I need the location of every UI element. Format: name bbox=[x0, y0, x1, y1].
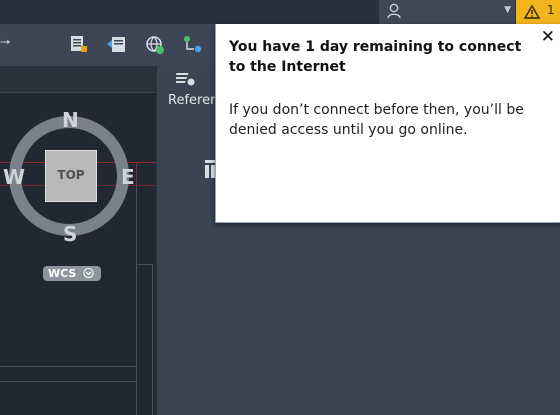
chevron-down-icon bbox=[83, 267, 94, 281]
close-icon[interactable]: ✕ bbox=[541, 27, 555, 47]
drawing-line bbox=[152, 264, 153, 415]
viewport-header bbox=[0, 66, 156, 93]
warning-notification-button[interactable]: 1 bbox=[516, 0, 560, 24]
user-account-dropdown[interactable]: ▼ bbox=[379, 0, 515, 24]
warning-count: 1 bbox=[547, 3, 555, 17]
tool-connect-icon[interactable] bbox=[182, 34, 204, 56]
tool-globe-icon[interactable] bbox=[144, 34, 166, 56]
reference-icon[interactable] bbox=[172, 69, 196, 91]
arrow-right-icon[interactable]: ⭢ bbox=[0, 34, 10, 49]
coordinate-system-label: WCS bbox=[48, 267, 77, 280]
viewcube-top-face[interactable]: TOP bbox=[45, 150, 97, 202]
compass-east[interactable]: E bbox=[121, 165, 135, 189]
compass-west[interactable]: W bbox=[3, 165, 25, 189]
offline-warning-notification: ✕ You have 1 day remaining to connect to… bbox=[215, 24, 560, 223]
compass-south[interactable]: S bbox=[63, 222, 77, 246]
drawing-line bbox=[0, 381, 137, 382]
viewcube-face-label: TOP bbox=[57, 168, 85, 182]
notification-body: If you don’t connect before then, you’ll… bbox=[229, 102, 524, 138]
tool-list-icon[interactable] bbox=[69, 34, 91, 56]
user-icon bbox=[387, 3, 401, 23]
drawing-line bbox=[137, 264, 153, 265]
palette-tab-label[interactable]: Referen bbox=[168, 93, 218, 108]
compass-north[interactable]: N bbox=[62, 108, 79, 132]
status-bar: ▼ 1 bbox=[0, 0, 560, 24]
tool-import-icon[interactable] bbox=[106, 34, 128, 56]
coordinate-system-dropdown[interactable]: WCS bbox=[43, 266, 101, 281]
notification-title: You have 1 day remaining to connect to t… bbox=[229, 39, 522, 75]
drawing-line bbox=[0, 366, 137, 367]
chevron-down-icon: ▼ bbox=[504, 5, 511, 15]
drawing-line bbox=[136, 162, 137, 186]
warning-icon bbox=[523, 4, 541, 23]
